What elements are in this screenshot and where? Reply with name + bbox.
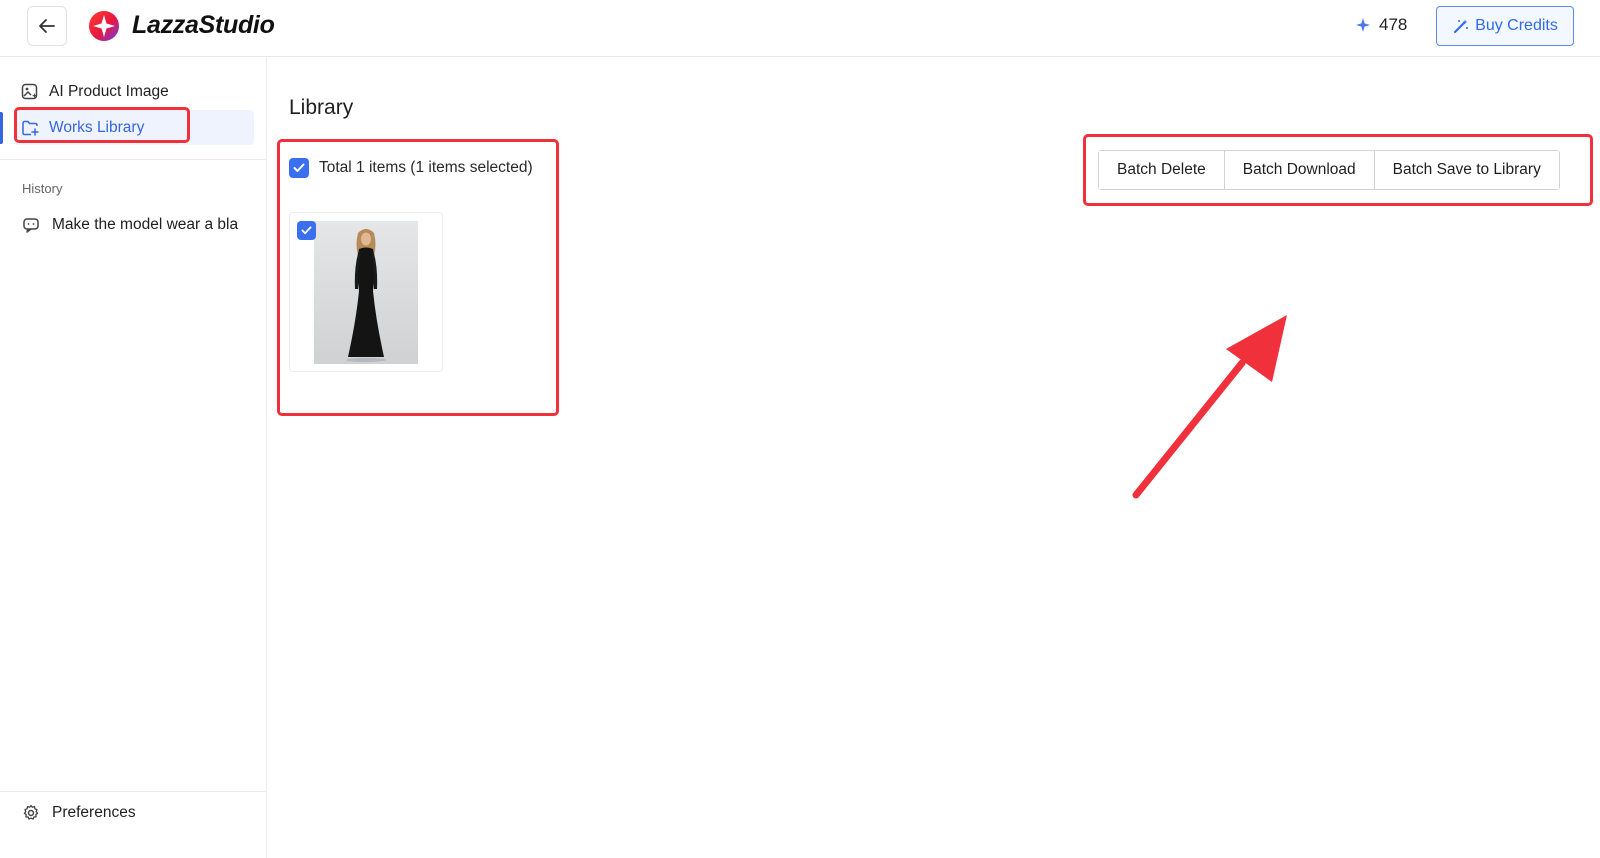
history-item[interactable]: Make the model wear a bla	[22, 212, 254, 238]
highlight-box-batch-actions	[1083, 134, 1593, 206]
page-title: Library	[289, 96, 354, 119]
arrow-left-icon	[39, 19, 55, 33]
credit-star-icon	[1356, 18, 1370, 32]
top-bar: LazzaStudio 478 Buy Credits	[0, 0, 1600, 57]
back-button[interactable]	[27, 6, 67, 46]
buy-credits-button[interactable]: Buy Credits	[1436, 6, 1574, 46]
divider	[0, 159, 267, 160]
magic-wand-icon	[1454, 19, 1469, 33]
brand-logo-icon	[89, 11, 119, 41]
annotation-arrow-icon	[1132, 315, 1287, 499]
preferences-link[interactable]: Preferences	[22, 799, 136, 827]
gear-icon	[23, 804, 39, 820]
preferences-label: Preferences	[52, 804, 136, 821]
history-item-label: Make the model wear a bla	[52, 216, 239, 233]
credits-balance: 478	[1355, 15, 1407, 35]
brand-name: LazzaStudio	[132, 11, 275, 39]
sidebar-item-label: AI Product Image	[49, 82, 169, 100]
image-card-checkbox[interactable]	[297, 221, 316, 240]
chat-bubble-icon	[23, 218, 39, 233]
sidebar: AI Product Image Works Library History M…	[0, 57, 267, 858]
ai-image-icon	[21, 83, 38, 99]
highlight-box-sidebar	[14, 107, 190, 143]
checkmark-icon	[301, 226, 312, 235]
divider	[0, 791, 267, 792]
credits-count: 478	[1379, 15, 1408, 34]
active-indicator	[0, 112, 3, 144]
buy-credits-label: Buy Credits	[1475, 17, 1558, 34]
highlight-box-selection	[277, 139, 559, 416]
history-heading: History	[22, 181, 63, 196]
sidebar-item-ai-product-image[interactable]: AI Product Image	[14, 74, 254, 109]
